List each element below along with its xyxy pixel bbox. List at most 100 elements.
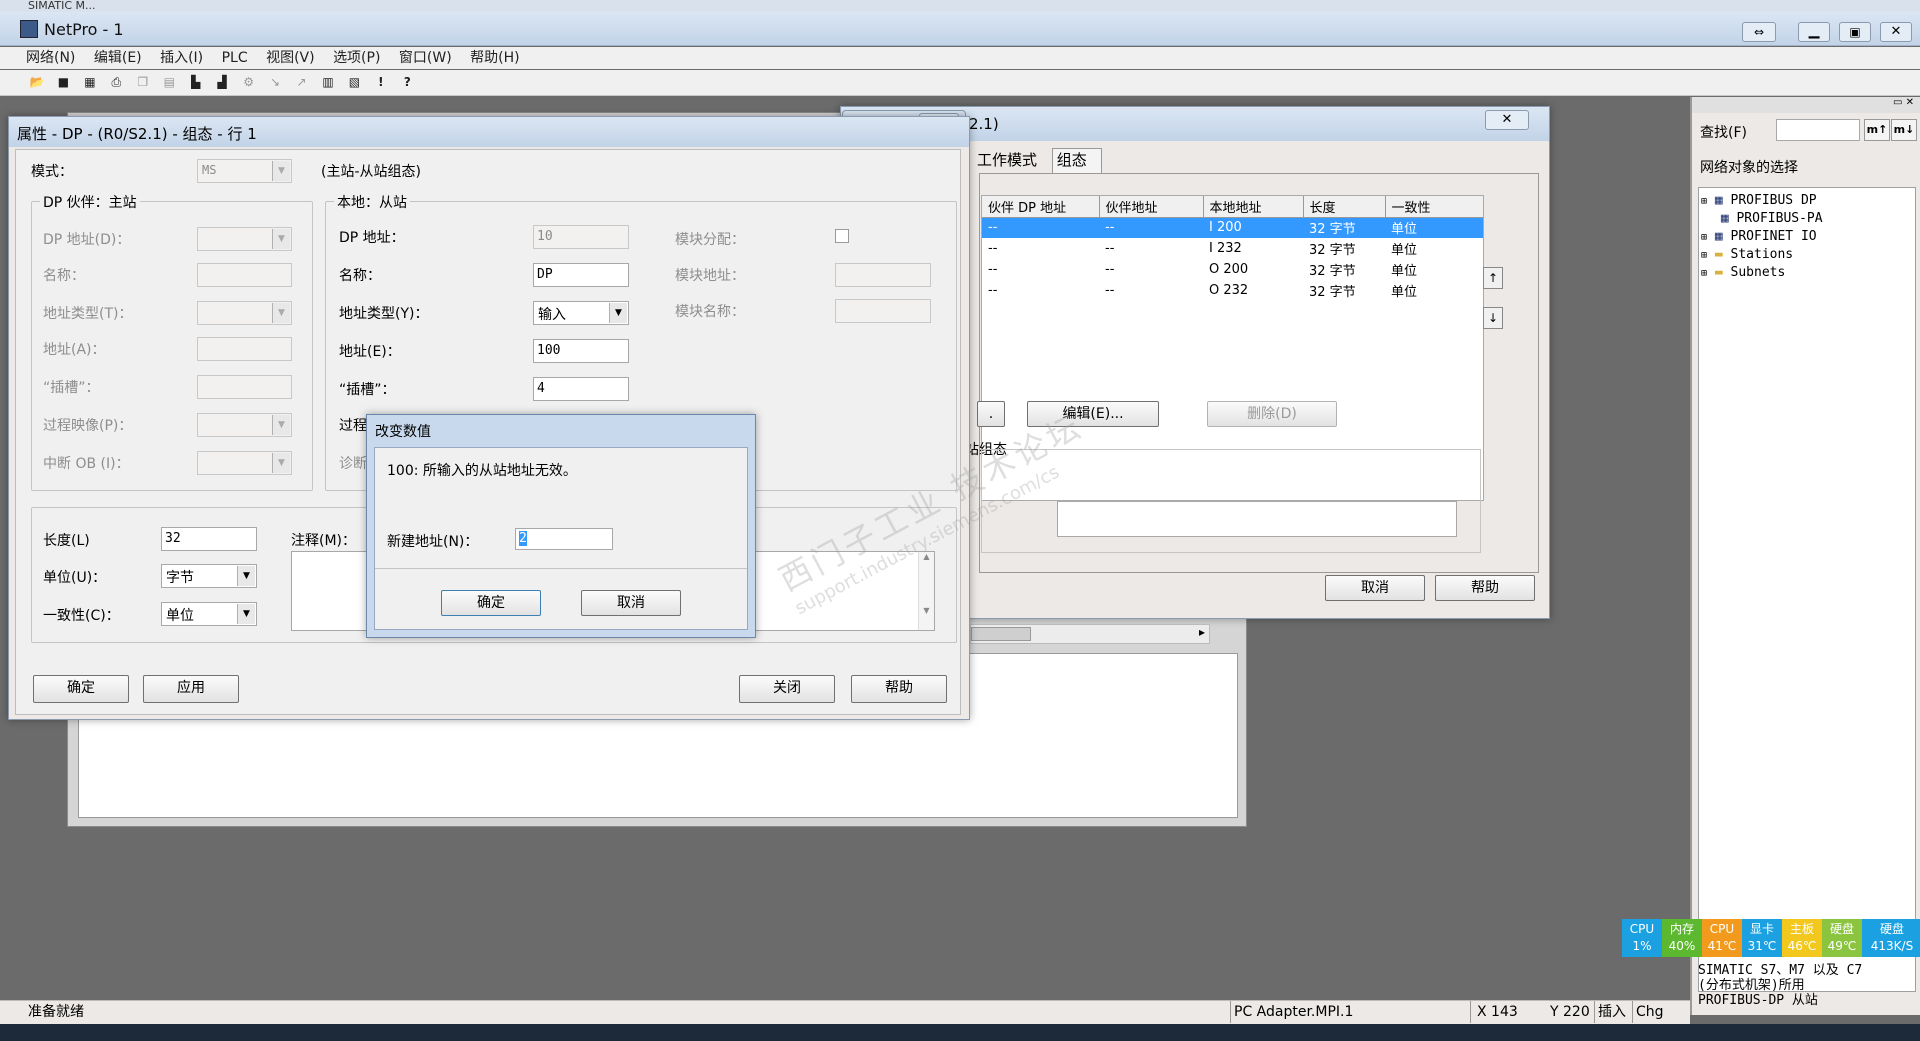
new-address-input[interactable]: 2 [515,528,613,550]
tree-item-subnets[interactable]: ⊞ ▬ Subnets [1701,264,1913,282]
tree-item-stations[interactable]: ⊞ ▬ Stations [1701,246,1913,264]
scrollbar-thumb[interactable] [971,627,1031,641]
comment-scrollbar[interactable]: ▲ ▼ [918,552,934,630]
local-slot-field[interactable]: 4 [533,377,629,401]
unit-combo[interactable]: 字节 ▼ [161,564,257,588]
window-title: NetPro - 1 [44,20,124,39]
length-field[interactable]: 32 [161,527,257,551]
restore-arrows-button[interactable]: ⇔ [1742,22,1776,42]
sysmon-disk-temp: 硬盘 49℃ [1822,919,1862,957]
partner-name-field[interactable] [197,263,292,287]
local-addr-type-combo[interactable]: 输入 ▼ [533,301,629,325]
partner-slot-field[interactable] [197,375,292,399]
expand-icon[interactable]: ⊞ [1701,232,1707,243]
consistency-combo[interactable]: 单位 ▼ [161,602,257,626]
menu-edit[interactable]: 编辑(E) [94,50,142,66]
catalog-tree: ⊞ ▦ PROFIBUS DP ▦ PROFIBUS-PA ⊞ ▦ PROFIN… [1698,187,1916,992]
table-row[interactable]: -- -- O 232 32 字节 单位 [982,280,1483,301]
col-partner-addr[interactable]: 伙伴地址 [1099,196,1204,217]
catalog-icon[interactable]: ▧ [345,73,363,91]
network-icon[interactable]: ▟ [213,73,231,91]
modal-ok-button[interactable]: 确定 [441,590,541,616]
col-length[interactable]: 长度 [1303,196,1386,217]
col-partner-dp-addr[interactable]: 伙伴 DP 地址 [982,196,1100,217]
close-window-button[interactable]: ✕ [1880,22,1912,42]
partner-dp-addr-combo[interactable]: ▼ [197,227,292,251]
table-row[interactable]: -- -- O 200 32 字节 单位 [982,259,1483,280]
help-button[interactable]: 帮助 [851,675,947,703]
upload-icon[interactable]: ↗ [293,73,311,91]
close-button[interactable]: 关闭 [739,675,835,703]
move-up-button[interactable]: ↑ [1483,267,1503,289]
mode-combo[interactable]: MS ▼ [197,159,292,183]
menu-plc[interactable]: PLC [222,50,248,66]
ok-button[interactable]: 确定 [33,675,129,703]
cell: 32 字节 [1309,222,1356,238]
find-prev-button[interactable]: m↓ [1891,119,1917,141]
panel-close-icon[interactable]: ✕ [1906,97,1914,108]
diagnose-icon[interactable]: ! [372,73,390,91]
station-icon[interactable]: ▙ [187,73,205,91]
partner-process-image-combo[interactable]: ▼ [197,413,292,437]
module-addr-field[interactable] [835,263,931,287]
col-consistency[interactable]: 一致性 [1385,196,1483,217]
expand-icon[interactable]: ⊞ [1701,250,1707,261]
move-down-button[interactable]: ↓ [1483,307,1503,329]
menu-help[interactable]: 帮助(H) [470,50,519,66]
find-next-button[interactable]: m↑ [1864,119,1890,141]
scroll-right-icon[interactable]: ▸ [1199,625,1205,639]
menu-window[interactable]: 窗口(W) [399,50,452,66]
status-adapter: PC Adapter.MPI.1 [1230,1001,1353,1023]
folder-icon: ▬ [1714,265,1723,280]
table-row[interactable]: -- -- I 200 32 字节 单位 [982,217,1483,238]
tree-item-profibus-pa[interactable]: ▦ PROFIBUS-PA [1701,210,1913,228]
object-selection-label: 网络对象的选择 [1700,160,1798,176]
tab-operating-mode[interactable]: 工作模式 [977,151,1037,169]
new-row-button[interactable]: . [977,401,1005,427]
save-icon[interactable]: ■ [54,73,72,91]
partner-interrupt-ob-combo[interactable]: ▼ [197,451,292,475]
tree-item-profibus-dp[interactable]: ⊞ ▦ PROFIBUS DP [1701,192,1913,210]
tab-configuration[interactable]: 组态 [1051,148,1102,173]
menu-network[interactable]: 网络(N) [26,50,75,66]
local-name-field[interactable]: DP [533,263,629,287]
modal-cancel-button[interactable]: 取消 [581,590,681,616]
back-dialog-close-button[interactable]: ✕ [1485,110,1529,130]
chevron-down-icon: ▼ [237,604,255,624]
expand-icon[interactable]: ⊞ [1701,268,1707,279]
open-icon[interactable]: 📂 [28,73,46,91]
back-help-button[interactable]: 帮助 [1435,575,1535,601]
module-name-field[interactable] [835,299,931,323]
download-icon[interactable]: ↘ [266,73,284,91]
delete-row-button[interactable]: 删除(D) [1207,401,1337,427]
partner-addr-type-combo[interactable]: ▼ [197,301,292,325]
whats-this-icon[interactable]: ? [398,73,416,91]
back-cancel-button[interactable]: 取消 [1325,575,1425,601]
panel-restore-icon[interactable]: ▭ [1893,97,1902,108]
paste-icon[interactable]: ▤ [160,73,178,91]
maximize-button[interactable]: ▣ [1839,22,1871,42]
minimize-button[interactable]: ▁ [1798,22,1830,42]
save-compile-icon[interactable]: ▦ [81,73,99,91]
station-config-field[interactable] [1057,501,1457,537]
menu-view[interactable]: 视图(V) [266,50,315,66]
module-assign-checkbox[interactable] [835,229,849,243]
print-icon[interactable]: ⎙ [107,73,125,91]
properties-icon[interactable]: ▥ [319,73,337,91]
local-dp-addr-field[interactable]: 10 [533,225,629,249]
menu-insert[interactable]: 插入(I) [160,50,203,66]
expand-icon[interactable]: ⊞ [1701,196,1707,207]
change-value-dialog: 改变数值 100: 所输入的从站地址无效。 新建地址(N)： 2 确定 取消 [366,414,756,638]
menu-options[interactable]: 选项(P) [333,50,380,66]
find-input[interactable] [1776,119,1860,141]
workspace-scrollbar[interactable]: ▸ [970,624,1210,644]
apply-button[interactable]: 应用 [143,675,239,703]
col-local-addr[interactable]: 本地地址 [1203,196,1304,217]
local-addr-field[interactable]: 100 [533,339,629,363]
copy-icon[interactable]: ❐ [134,73,152,91]
partner-addr-field[interactable] [197,337,292,361]
edit-row-button[interactable]: 编辑(E)... [1027,401,1159,427]
tree-item-profinet-io[interactable]: ⊞ ▦ PROFINET IO [1701,228,1913,246]
table-row[interactable]: -- -- I 232 32 字节 单位 [982,238,1483,259]
compile-icon[interactable]: ⚙ [240,73,258,91]
